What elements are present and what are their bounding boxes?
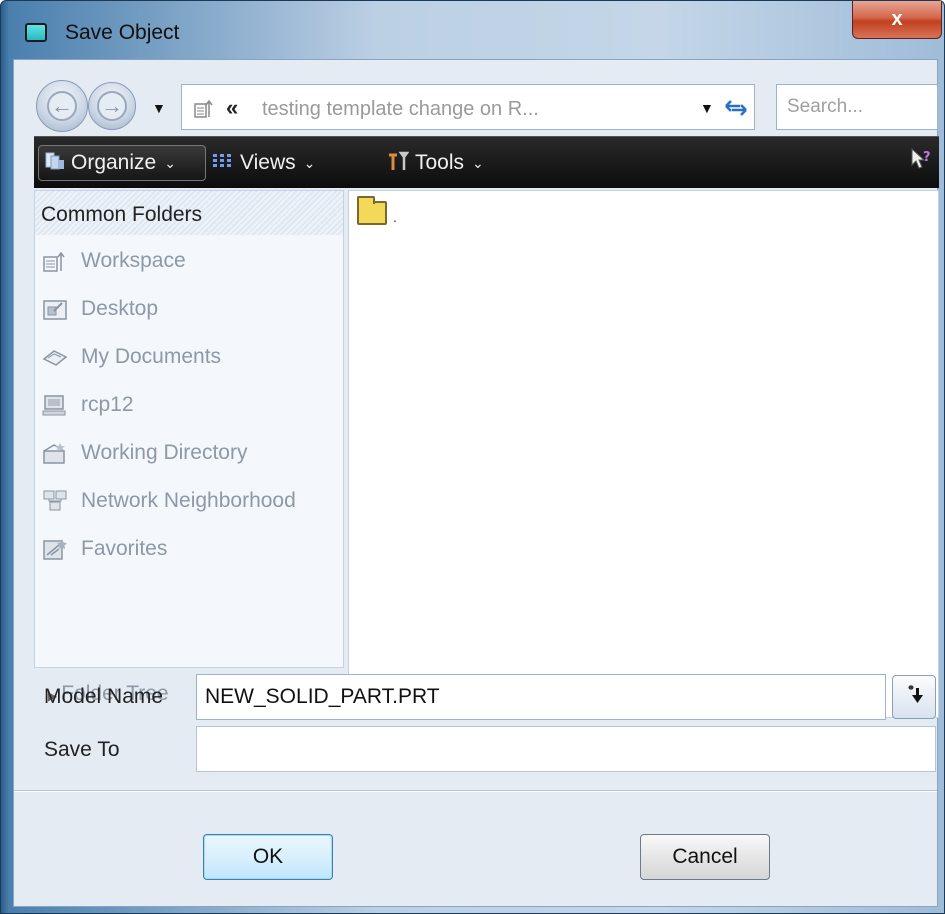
model-name-input[interactable] (196, 674, 886, 720)
save-to-input[interactable] (196, 726, 936, 772)
folder-icon (357, 196, 387, 225)
pick-from-session-icon (902, 682, 926, 712)
organize-label: Organize (71, 151, 157, 174)
file-list[interactable]: . (348, 190, 939, 718)
workspace-icon (41, 247, 69, 275)
folder-item-my-documents[interactable]: My Documents (35, 333, 343, 381)
tools-label: Tools (415, 151, 465, 174)
history-dropdown-icon[interactable]: ▼ (152, 100, 166, 116)
working-directory-icon (41, 439, 69, 467)
desktop-icon (41, 295, 69, 323)
back-arrow-icon: ← (47, 91, 77, 121)
folder-item-label: My Documents (81, 345, 222, 368)
back-button[interactable]: ← (36, 80, 88, 132)
views-menu[interactable]: Views ⌄ (212, 145, 315, 181)
pick-model-button[interactable] (892, 675, 936, 719)
address-dropdown-icon[interactable]: ▼ (700, 100, 714, 116)
organize-menu[interactable]: Organize ⌄ (38, 145, 206, 181)
chevron-down-icon: ⌄ (164, 154, 176, 171)
views-label: Views (240, 151, 296, 174)
folder-item-label: Favorites (81, 537, 168, 560)
model-name-label: Model Name (44, 685, 164, 708)
search-input[interactable] (776, 84, 938, 130)
folder-item-label: Network Neighborhood (81, 489, 296, 512)
forward-arrow-icon: → (97, 91, 127, 121)
folder-item-label: rcp12 (81, 393, 134, 416)
toolbar: Organize ⌄ Views ⌄ Tools ⌄ ? (34, 136, 939, 188)
network-icon (41, 487, 69, 515)
tools-icon (387, 151, 410, 176)
separator (14, 790, 937, 792)
forward-button[interactable]: → (88, 82, 136, 130)
folder-item-desktop[interactable]: Desktop (35, 285, 343, 333)
common-folders-header: Common Folders (35, 191, 343, 235)
favorites-icon (41, 535, 69, 563)
app-icon (25, 23, 47, 42)
address-bar[interactable]: « testing template change on R... ▼ (181, 84, 755, 130)
help-icon[interactable]: ? (909, 147, 933, 177)
folder-item-label: Workspace (81, 249, 186, 272)
folder-item-label: Desktop (81, 297, 159, 320)
folder-item-network-neighborhood[interactable]: Network Neighborhood (35, 477, 343, 525)
folder-item-working-directory[interactable]: Working Directory (35, 429, 343, 477)
breadcrumb-path[interactable]: testing template change on R... (262, 98, 539, 121)
folder-item-favorites[interactable]: Favorites (35, 525, 343, 573)
computer-icon (41, 391, 69, 419)
folder-item-label: Working Directory (81, 441, 248, 464)
common-folders-pane: Common Folders Workspace Desktop My Docu… (34, 190, 344, 668)
folder-item-rcp12[interactable]: rcp12 (35, 381, 343, 429)
title-bar[interactable]: Save Object x (1, 1, 944, 59)
tools-menu[interactable]: Tools ⌄ (387, 145, 484, 181)
save-object-dialog: Save Object x ← → ▼ « testing template c… (0, 0, 945, 914)
organize-icon (45, 152, 65, 175)
chevron-down-icon: ⌄ (303, 154, 316, 171)
dialog-body: ← → ▼ « testing template change on R... … (13, 59, 939, 907)
chevron-down-icon: ⌄ (472, 154, 484, 171)
ok-button[interactable]: OK (203, 834, 333, 880)
folder-item-workspace[interactable]: Workspace (35, 237, 343, 285)
file-name: . (393, 209, 397, 225)
list-item[interactable]: . (357, 196, 397, 225)
save-to-label: Save To (44, 738, 120, 761)
svg-text:?: ? (923, 150, 931, 165)
workspace-icon (194, 98, 216, 123)
breadcrumb-overflow[interactable]: « (226, 95, 238, 121)
common-folders-list: Workspace Desktop My Documents rcp12 Wor… (35, 237, 343, 573)
views-icon (212, 152, 234, 175)
cancel-button[interactable]: Cancel (640, 834, 770, 880)
close-button[interactable]: x (852, 1, 942, 39)
documents-icon (41, 343, 69, 371)
refresh-icon[interactable] (719, 91, 753, 125)
window-title: Save Object (65, 21, 180, 44)
